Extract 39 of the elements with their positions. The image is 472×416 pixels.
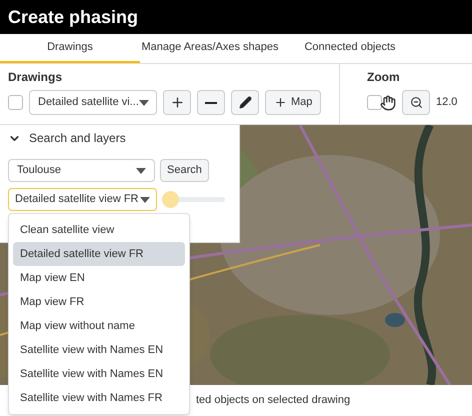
slider-thumb[interactable] [162,191,179,208]
layer-select[interactable]: Detailed satellite view FR [8,188,157,211]
menu-item[interactable]: Map view FR [13,290,185,314]
zoom-out-icon [410,96,422,109]
search-button[interactable]: Search [160,159,209,182]
zoom-value: 12.0 [436,95,458,110]
opacity-slider[interactable] [162,190,225,208]
menu-item[interactable]: Clean satellite view [13,218,185,242]
status-text: ted objects on selected drawing [196,393,350,408]
plus-icon [170,95,184,110]
menu-item[interactable]: Detailed satellite view FR [13,242,185,266]
caret-icon [138,100,149,106]
menu-item[interactable]: Satellite view with Names EN [13,362,185,386]
window-title: Create phasing [8,6,138,29]
tab[interactable]: Connected objects [280,34,420,63]
pencil-icon [238,96,252,109]
panel-header[interactable]: Search and layers [0,125,239,151]
menu-item[interactable]: Map view EN [13,266,185,290]
add-button[interactable] [163,90,191,115]
caret-icon [140,196,150,202]
location-select[interactable]: Toulouse [8,159,155,182]
menu-item[interactable]: Satellite view with Names FR [13,386,185,410]
menu-item[interactable]: Satellite view with Names EN [13,338,185,362]
zoom-out-button[interactable] [402,90,430,115]
tab[interactable]: Manage Areas/Axes shapes [140,34,280,63]
caret-icon [136,168,146,174]
section-heading: Drawings [8,69,64,86]
minus-icon [205,102,217,104]
drawing-select[interactable]: Detailed satellite vi... [29,90,157,115]
menu-item[interactable]: Map view without name [13,314,185,338]
section-heading: Zoom [367,69,401,86]
remove-button[interactable] [197,90,225,115]
checkbox[interactable] [367,95,382,110]
add-map-button[interactable]: Map [265,90,322,115]
plus-icon [274,96,287,109]
edit-button[interactable] [231,90,259,115]
checkbox[interactable] [8,95,23,110]
hand-icon [380,94,396,110]
tab[interactable]: Drawings [0,34,140,63]
